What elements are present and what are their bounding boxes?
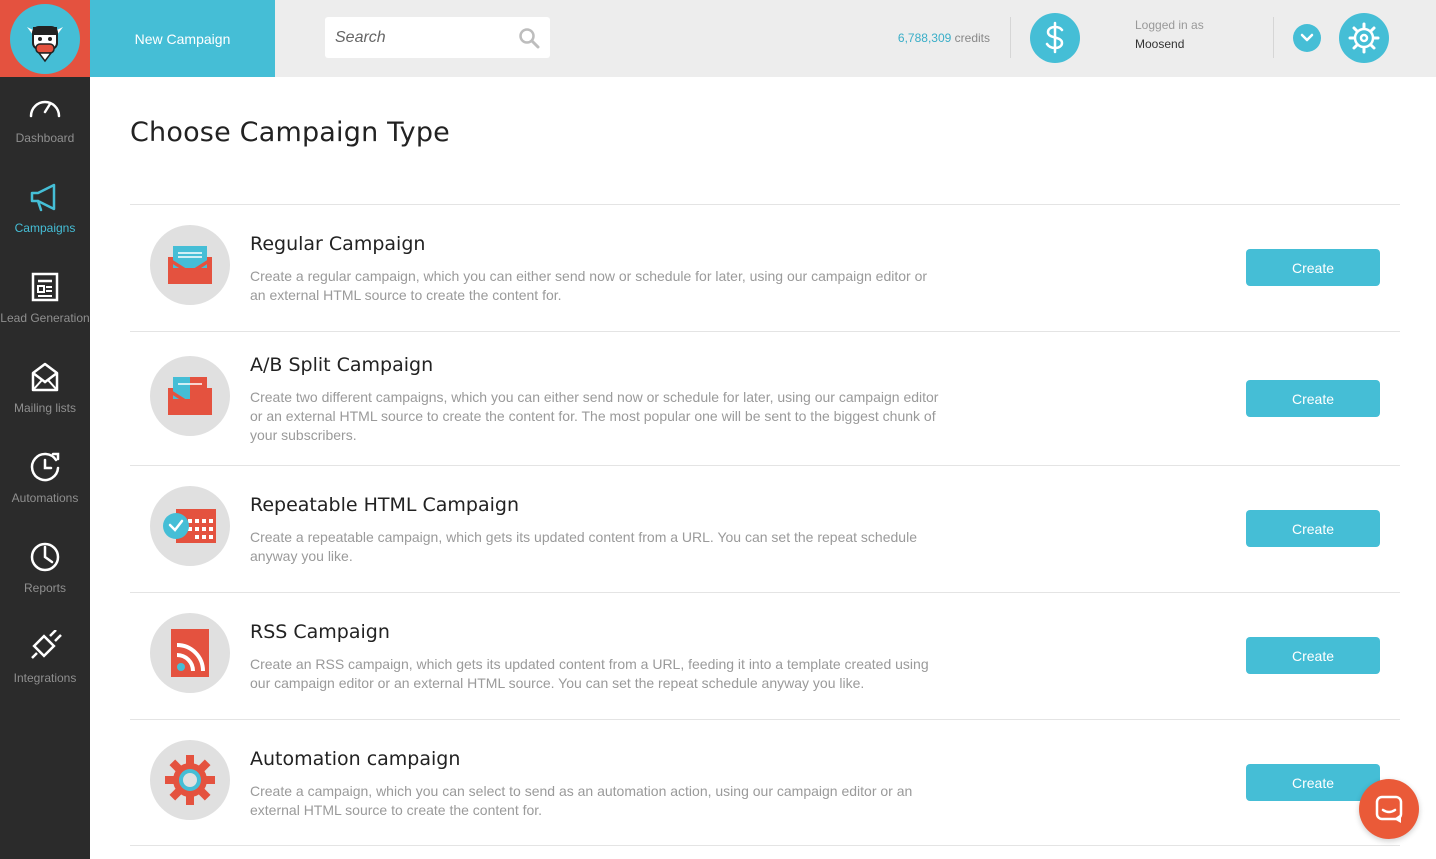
campaign-description: Create two different campaigns, which yo… xyxy=(250,389,939,443)
campaign-title: A/B Split Campaign xyxy=(250,354,434,376)
campaign-title: Regular Campaign xyxy=(250,233,426,255)
campaign-description: Create a campaign, which you can select … xyxy=(250,783,913,818)
create-repeatable-html-campaign-button[interactable]: Create xyxy=(1246,510,1380,547)
credits-display: 6,788,309 credits xyxy=(898,31,990,45)
campaign-title: Automation campaign xyxy=(250,748,461,770)
gear-icon xyxy=(150,740,230,820)
campaign-row-ab-split: A/B Split Campaign Create two different … xyxy=(130,331,1400,465)
campaign-title: RSS Campaign xyxy=(250,621,390,643)
main-content: Choose Campaign Type Regular Campaign Cr… xyxy=(90,77,1436,859)
create-automation-campaign-button[interactable]: Create xyxy=(1246,764,1380,801)
dollar-icon xyxy=(1045,21,1064,54)
campaign-row-repeatable-html: Repeatable HTML Campaign Create a repeat… xyxy=(130,465,1400,592)
envelope-icon xyxy=(27,359,63,395)
split-envelope-icon xyxy=(150,356,230,436)
username: Moosend xyxy=(1135,37,1185,51)
sidebar-item-lead-generation[interactable]: Lead Generation xyxy=(0,257,90,347)
search-input[interactable] xyxy=(335,28,505,47)
buy-credits-button[interactable] xyxy=(1030,13,1080,63)
chat-icon xyxy=(1375,795,1403,823)
campaign-description: Create a regular campaign, which you can… xyxy=(250,268,928,303)
credits-number: 6,788,309 xyxy=(897,31,952,45)
new-campaign-label: New Campaign xyxy=(134,30,231,47)
sidebar-item-integrations[interactable]: Integrations xyxy=(0,617,90,707)
account-dropdown-button[interactable] xyxy=(1293,24,1321,52)
app: New Campaign 6,788,309 credits Logged in… xyxy=(0,0,1436,859)
sidebar-item-automations[interactable]: Automations xyxy=(0,437,90,527)
form-icon xyxy=(27,269,63,305)
chevron-down-icon xyxy=(1300,33,1314,42)
divider xyxy=(1273,17,1274,58)
create-ab-split-campaign-button[interactable]: Create xyxy=(1246,380,1380,417)
campaign-row-automation: Automation campaign Create a campaign, w… xyxy=(130,719,1400,846)
sidebar-item-label: Campaigns xyxy=(14,221,76,235)
logo[interactable] xyxy=(0,0,90,77)
sidebar-item-label: Lead Generation xyxy=(0,311,90,325)
divider xyxy=(1010,17,1011,58)
sidebar-item-label: Integrations xyxy=(13,671,77,685)
sidebar-item-label: Mailing lists xyxy=(13,401,76,415)
credits-label: credits xyxy=(954,31,990,45)
create-rss-campaign-button[interactable]: Create xyxy=(1246,637,1380,674)
top-bar: New Campaign 6,788,309 credits Logged in… xyxy=(0,0,1436,77)
settings-button[interactable] xyxy=(1339,13,1389,63)
campaign-title: Repeatable HTML Campaign xyxy=(250,494,520,516)
calendar-clock-icon xyxy=(150,486,230,566)
envelope-icon xyxy=(150,225,230,305)
search-icon[interactable] xyxy=(518,27,540,49)
plug-icon xyxy=(27,629,63,665)
search-box xyxy=(325,17,550,58)
clock-arrow-icon xyxy=(27,449,63,485)
sidebar-item-mailing-lists[interactable]: Mailing lists xyxy=(0,347,90,437)
rss-icon xyxy=(150,613,230,693)
megaphone-icon xyxy=(27,179,63,215)
sidebar-item-dashboard[interactable]: Dashboard xyxy=(0,77,90,167)
campaign-row-rss: RSS Campaign Create an RSS campaign, whi… xyxy=(130,592,1400,719)
sidebar-item-label: Automations xyxy=(11,491,79,505)
logged-in-label: Logged in as xyxy=(1135,18,1204,32)
sidebar-item-reports[interactable]: Reports xyxy=(0,527,90,617)
chat-launcher-button[interactable] xyxy=(1359,779,1419,839)
create-regular-campaign-button[interactable]: Create xyxy=(1246,249,1380,286)
campaign-type-list: Regular Campaign Create a regular campai… xyxy=(130,204,1400,846)
sidebar: Dashboard Campaigns Lead Generation Mail… xyxy=(0,77,90,859)
campaign-description: Create a repeatable campaign, which gets… xyxy=(250,529,917,564)
pie-chart-icon xyxy=(27,539,63,575)
gear-icon xyxy=(1348,22,1380,54)
new-campaign-button[interactable]: New Campaign xyxy=(90,0,275,77)
sidebar-item-campaigns[interactable]: Campaigns xyxy=(0,167,90,257)
campaign-row-regular: Regular Campaign Create a regular campai… xyxy=(130,204,1400,331)
cow-logo-icon xyxy=(10,3,80,74)
page-title: Choose Campaign Type xyxy=(130,117,450,148)
campaign-description: Create an RSS campaign, which gets its u… xyxy=(250,656,929,691)
sidebar-item-label: Dashboard xyxy=(15,131,75,145)
sidebar-item-label: Reports xyxy=(23,581,67,595)
speedometer-icon xyxy=(27,89,63,125)
